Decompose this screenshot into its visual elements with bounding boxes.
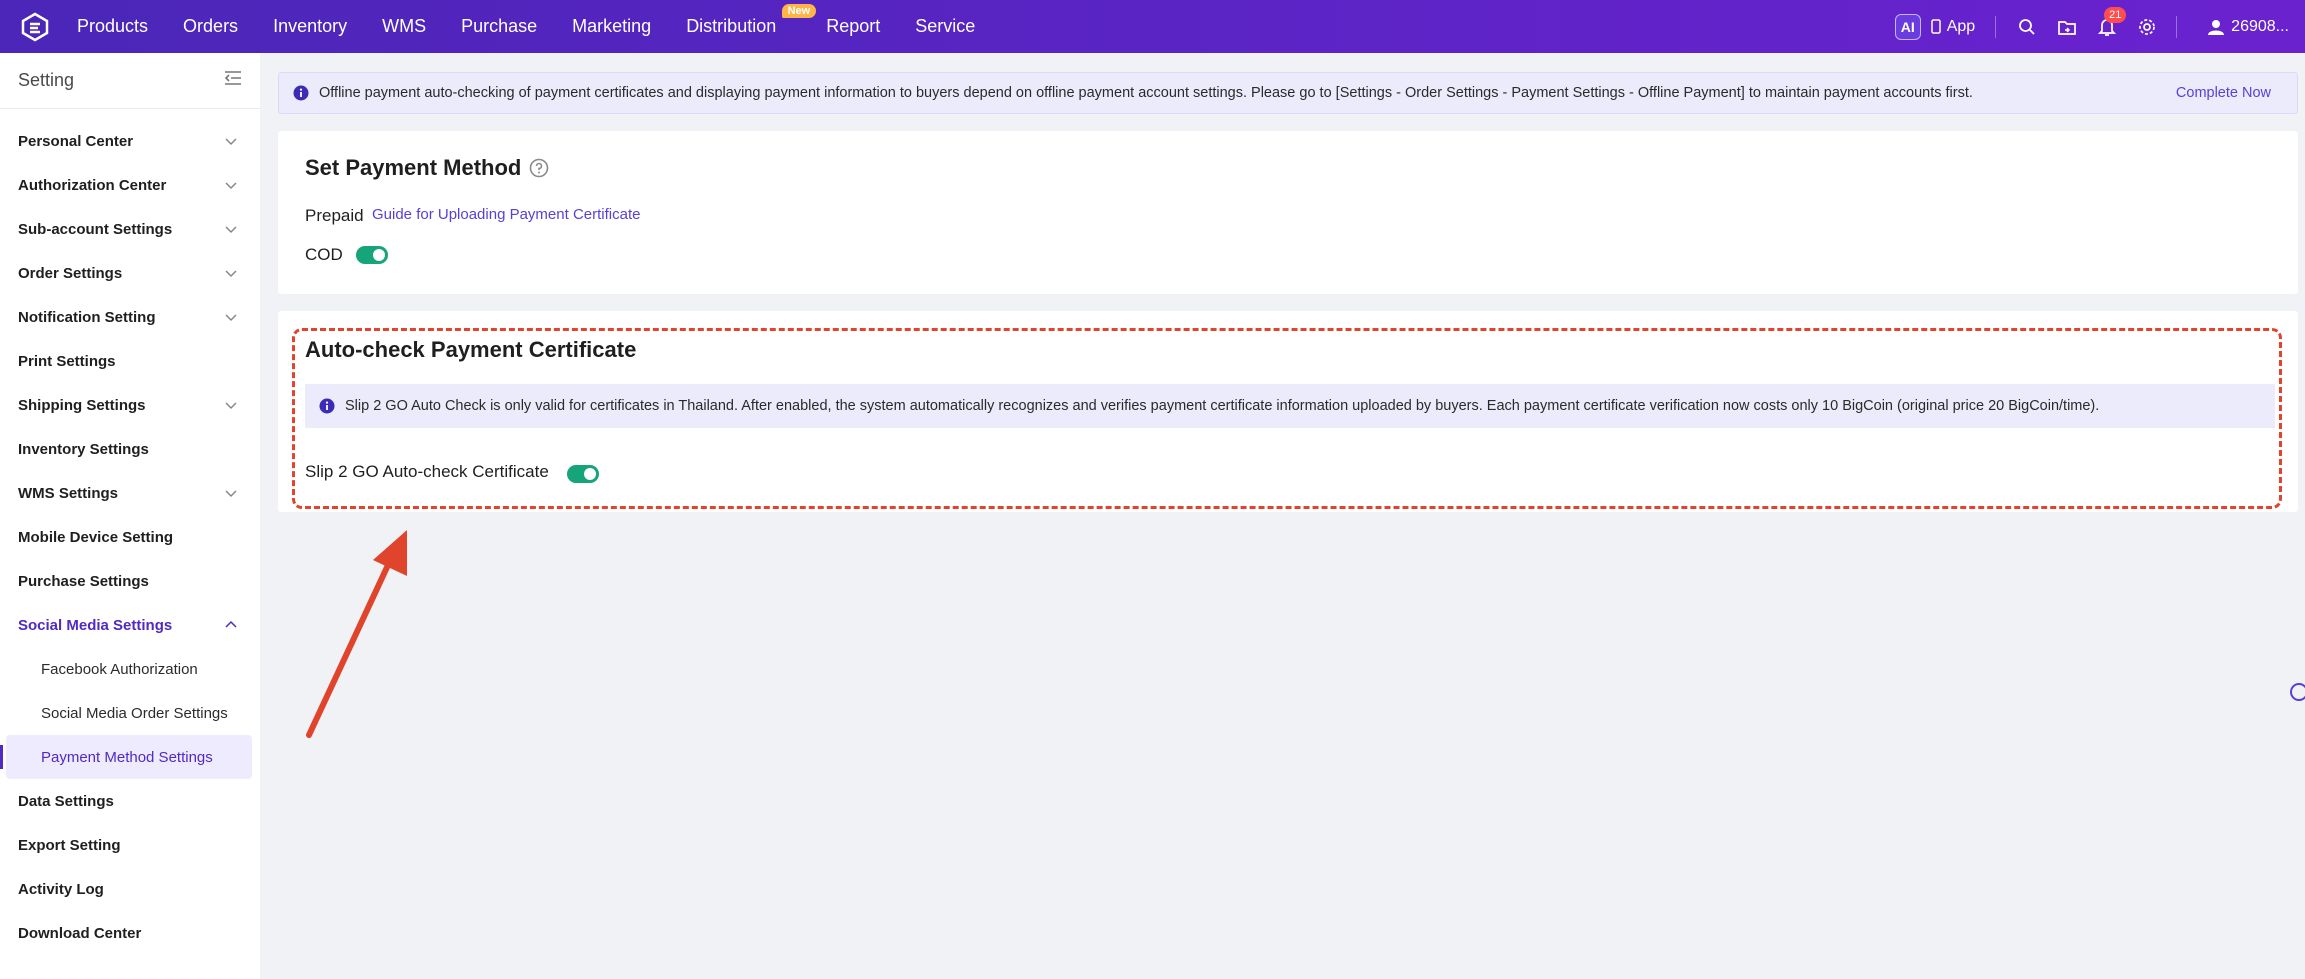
slip2go-info-text: Slip 2 GO Auto Check is only valid for c… bbox=[345, 398, 2100, 414]
nav-service[interactable]: Service bbox=[915, 16, 975, 37]
sidebar-item-export-setting[interactable]: Export Setting bbox=[0, 823, 260, 867]
mobile-phone-icon bbox=[1930, 19, 1941, 34]
ai-assistant-button[interactable]: AI bbox=[1894, 13, 1921, 40]
chevron-down-icon bbox=[225, 226, 237, 234]
section-title-text: Set Payment Method bbox=[305, 155, 522, 180]
sidebar-subitem-facebook-authorization[interactable]: Facebook Authorization bbox=[6, 647, 252, 691]
complete-now-link[interactable]: Complete Now bbox=[2176, 85, 2271, 101]
annotation-arrow-icon bbox=[306, 530, 407, 738]
prepaid-label: Prepaid bbox=[305, 206, 364, 225]
slip2go-toggle-label: Slip 2 GO Auto-check Certificate bbox=[305, 462, 549, 481]
sidebar-item-label: Shipping Settings bbox=[18, 396, 146, 414]
sidebar-item-mobile-device-setting[interactable]: Mobile Device Setting bbox=[0, 515, 260, 559]
nav-marketing[interactable]: Marketing bbox=[572, 16, 651, 37]
sidebar-subitem-payment-method-settings[interactable]: Payment Method Settings bbox=[0, 735, 252, 779]
new-badge: New bbox=[781, 4, 817, 18]
search-icon[interactable] bbox=[2016, 16, 2038, 38]
top-navigation-bar: Products Orders Inventory WMS Purchase M… bbox=[0, 0, 2305, 53]
folder-share-icon[interactable] bbox=[2056, 16, 2078, 38]
nav-wms[interactable]: WMS bbox=[382, 16, 426, 37]
sidebar-item-purchase-settings[interactable]: Purchase Settings bbox=[0, 559, 260, 603]
info-icon bbox=[319, 398, 335, 414]
toolbar-divider bbox=[1995, 15, 1997, 38]
cod-label: COD bbox=[305, 245, 343, 264]
offline-payment-notice: Offline payment auto-checking of payment… bbox=[278, 72, 2298, 114]
sidebar-header: Setting bbox=[0, 53, 260, 109]
nav-distribution-label: Distribution bbox=[686, 16, 777, 36]
auto-check-title: Auto-check Payment Certificate bbox=[305, 337, 637, 362]
top-right-tools: AI App 21 26908... bbox=[1894, 0, 2305, 53]
chevron-down-icon bbox=[225, 490, 237, 498]
chevron-down-icon bbox=[225, 138, 237, 146]
user-account-menu[interactable]: 26908... bbox=[2207, 18, 2289, 36]
chevron-down-icon bbox=[225, 182, 237, 190]
slip2go-auto-check-toggle[interactable] bbox=[567, 465, 599, 483]
nav-report[interactable]: Report bbox=[826, 16, 880, 37]
guide-upload-certificate-link[interactable]: Guide for Uploading Payment Certificate bbox=[372, 206, 640, 223]
app-label: App bbox=[1946, 17, 1976, 35]
gear-icon[interactable] bbox=[2136, 16, 2158, 38]
app-download-link[interactable]: App bbox=[1930, 17, 1976, 36]
sidebar-item-print-settings[interactable]: Print Settings bbox=[0, 339, 260, 383]
auto-check-certificate-card: Auto-check Payment Certificate Slip 2 GO… bbox=[278, 311, 2298, 512]
collapse-sidebar-icon[interactable] bbox=[224, 70, 242, 91]
nav-distribution[interactable]: Distribution New bbox=[686, 4, 817, 37]
user-name: 26908... bbox=[2231, 17, 2289, 35]
chevron-up-icon bbox=[225, 620, 237, 628]
sidebar-item-download-center[interactable]: Download Center bbox=[0, 911, 260, 955]
sidebar-item-label: Authorization Center bbox=[18, 176, 167, 194]
sidebar-item-label: Mobile Device Setting bbox=[18, 528, 174, 546]
sidebar-item-label: Purchase Settings bbox=[18, 572, 149, 590]
cod-toggle[interactable] bbox=[356, 246, 388, 264]
sidebar-item-label: Notification Setting bbox=[18, 308, 156, 326]
help-question-icon[interactable] bbox=[529, 158, 549, 178]
sidebar-item-wms-settings[interactable]: WMS Settings bbox=[0, 471, 260, 515]
sidebar-item-notification-setting[interactable]: Notification Setting bbox=[0, 295, 260, 339]
nav-products[interactable]: Products bbox=[77, 16, 148, 37]
sidebar-item-authorization-center[interactable]: Authorization Center bbox=[0, 163, 260, 207]
chevron-down-icon bbox=[225, 402, 237, 410]
sidebar-item-label: WMS Settings bbox=[18, 484, 118, 502]
sidebar-item-social-media-settings[interactable]: Social Media Settings bbox=[0, 603, 260, 647]
sidebar-item-activity-log[interactable]: Activity Log bbox=[0, 867, 260, 911]
toolbar-divider bbox=[2176, 15, 2178, 38]
sidebar-item-personal-center[interactable]: Personal Center bbox=[0, 119, 260, 163]
nav-purchase[interactable]: Purchase bbox=[461, 16, 537, 37]
sidebar-item-data-settings[interactable]: Data Settings bbox=[0, 779, 260, 823]
sidebar-item-label: Social Media Settings bbox=[18, 616, 173, 634]
notice-text: Offline payment auto-checking of payment… bbox=[319, 85, 1973, 101]
settings-sidebar: Setting Personal Center Authorization Ce… bbox=[0, 53, 260, 979]
set-payment-method-card: Set Payment Method Prepaid Guide for Upl… bbox=[278, 131, 2298, 294]
chevron-down-icon bbox=[225, 314, 237, 322]
sidebar-menu: Personal Center Authorization Center Sub… bbox=[0, 109, 260, 955]
sidebar-item-label: Download Center bbox=[18, 924, 142, 942]
sidebar-item-label: Print Settings bbox=[18, 352, 116, 370]
sidebar-item-label: Data Settings bbox=[18, 792, 114, 810]
chevron-down-icon bbox=[225, 270, 237, 278]
nav-inventory[interactable]: Inventory bbox=[273, 16, 347, 37]
sidebar-item-label: Order Settings bbox=[18, 264, 123, 282]
sidebar-subitem-social-media-order-settings[interactable]: Social Media Order Settings bbox=[6, 691, 252, 735]
sidebar-item-label: Sub-account Settings bbox=[18, 220, 173, 238]
info-icon bbox=[293, 85, 309, 101]
sidebar-item-sub-account-settings[interactable]: Sub-account Settings bbox=[0, 207, 260, 251]
nav-orders[interactable]: Orders bbox=[183, 16, 238, 37]
sidebar-item-inventory-settings[interactable]: Inventory Settings bbox=[0, 427, 260, 471]
bell-icon[interactable]: 21 bbox=[2096, 6, 2127, 38]
main-nav: Products Orders Inventory WMS Purchase M… bbox=[77, 0, 1010, 53]
sidebar-item-order-settings[interactable]: Order Settings bbox=[0, 251, 260, 295]
sidebar-item-label: Activity Log bbox=[18, 880, 104, 898]
sidebar-item-label: Export Setting bbox=[18, 836, 121, 854]
sidebar-title: Setting bbox=[18, 70, 75, 90]
slip2go-info-bar: Slip 2 GO Auto Check is only valid for c… bbox=[305, 384, 2275, 428]
sidebar-item-label: Inventory Settings bbox=[18, 440, 149, 458]
sidebar-item-shipping-settings[interactable]: Shipping Settings bbox=[0, 383, 260, 427]
sidebar-item-label: Personal Center bbox=[18, 132, 134, 150]
set-payment-method-title: Set Payment Method bbox=[305, 155, 549, 181]
user-icon bbox=[2208, 19, 2225, 35]
notification-count-badge: 21 bbox=[2104, 6, 2127, 23]
loading-spinner-icon bbox=[2290, 683, 2305, 701]
app-logo-icon[interactable] bbox=[17, 9, 53, 45]
